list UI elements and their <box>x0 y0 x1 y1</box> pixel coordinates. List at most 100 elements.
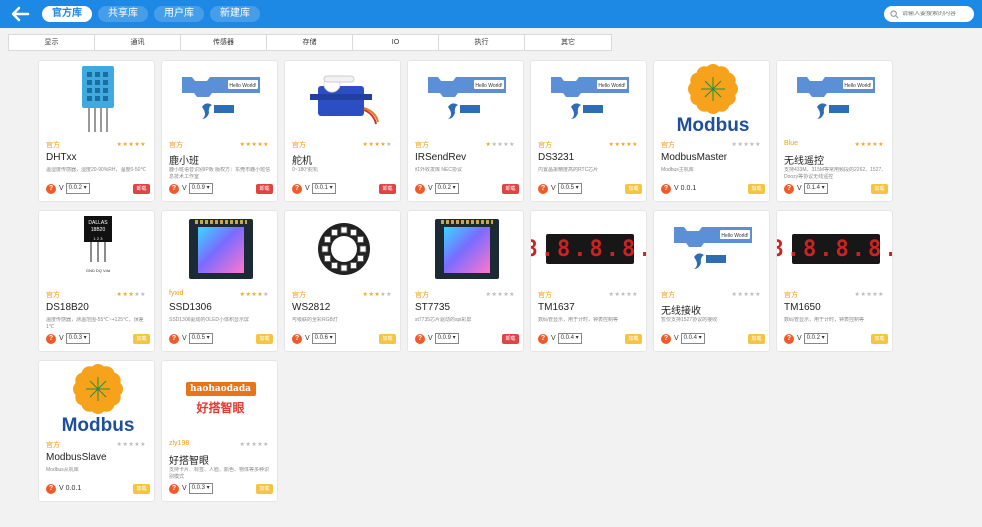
unload-button[interactable]: 卸载 <box>502 333 519 344</box>
help-icon[interactable]: ? <box>292 333 302 344</box>
star-icon[interactable]: ★ <box>755 292 761 298</box>
version-label: V <box>182 185 187 192</box>
tab-user[interactable]: 用户库 <box>154 6 204 22</box>
help-icon[interactable]: ? <box>169 333 179 344</box>
library-card[interactable]: haohaodada 好搭智眼 zly198 ★★★★★ 好搭智眼 支持卡片、标签、人脸、… <box>161 360 278 502</box>
library-card[interactable]: 官方 ★★★★★ WS2812 可级联的全彩RGB灯? V 0.0.6 ▾ 加载 <box>284 210 401 352</box>
help-icon[interactable]: ? <box>46 333 56 344</box>
version-select[interactable]: 0.0.9 ▾ <box>188 183 213 194</box>
help-icon[interactable]: ? <box>538 183 548 194</box>
star-icon[interactable]: ★ <box>509 292 515 298</box>
version-select[interactable]: 0.0.6 ▾ <box>311 333 336 344</box>
category-communication[interactable]: 通讯 <box>95 35 181 50</box>
load-button[interactable]: 加载 <box>133 483 150 494</box>
library-card[interactable]: Hello World! 官方 ★★★★★ 鹿小班 鹿小班语音识别IP板 版权方：东莞市… <box>161 60 278 202</box>
back-arrow-icon[interactable] <box>8 4 32 24</box>
tab-official[interactable]: 官方库 <box>42 6 92 22</box>
library-image: Modbus <box>39 361 154 437</box>
search-input[interactable] <box>902 11 974 17</box>
help-icon[interactable]: ? <box>415 333 425 344</box>
load-button[interactable]: 加载 <box>625 183 642 194</box>
tab-shared[interactable]: 共享库 <box>98 6 148 22</box>
help-icon[interactable]: ? <box>169 183 179 194</box>
version-select[interactable]: 0.0.1 ▾ <box>311 183 336 194</box>
star-icon[interactable]: ★ <box>878 292 884 298</box>
version-select[interactable]: 0.0.5 ▾ <box>188 333 213 344</box>
help-icon[interactable]: ? <box>169 483 179 494</box>
library-card[interactable]: Hello World! 官方 ★★★★★ DS3231 内置晶振精度高的RTC芯片? V… <box>530 60 647 202</box>
star-icon[interactable]: ★ <box>386 292 392 298</box>
help-icon[interactable]: ? <box>538 333 548 344</box>
star-icon[interactable]: ★ <box>386 142 392 148</box>
star-icon[interactable]: ★ <box>632 292 638 298</box>
library-card[interactable]: 8.8.8.8. 官方 ★★★★★ TM1650 数码管显示，用于计时，钟表控制等? V 0… <box>776 210 893 352</box>
category-storage[interactable]: 存储 <box>267 35 353 50</box>
star-icon[interactable]: ★ <box>509 142 515 148</box>
unload-button[interactable]: 卸载 <box>379 183 396 194</box>
library-card[interactable]: 官方 ★★★★★ 舵机 0~180°舵机? V 0.0.1 ▾ 卸载 <box>284 60 401 202</box>
rating-stars: ★★★★★ <box>855 291 884 298</box>
help-icon[interactable]: ? <box>415 183 425 194</box>
category-other[interactable]: 其它 <box>525 35 611 50</box>
category-sensor[interactable]: 传感器 <box>181 35 267 50</box>
category-actuator[interactable]: 执行 <box>439 35 525 50</box>
star-icon[interactable]: ★ <box>263 142 269 148</box>
star-icon[interactable]: ★ <box>878 142 884 148</box>
unload-button[interactable]: 卸载 <box>502 183 519 194</box>
library-footer: ? V 0.0.5 ▾ 加载 <box>169 333 273 344</box>
library-card[interactable]: Hello World! 官方 ★★★★★ 无线接收 暂仅支持1527协议的接收? V 0.… <box>653 210 770 352</box>
help-icon[interactable]: ? <box>784 183 794 194</box>
load-button[interactable]: 加载 <box>748 333 765 344</box>
star-icon[interactable]: ★ <box>140 292 146 298</box>
help-icon[interactable]: ? <box>661 333 671 344</box>
library-image: DALLAS 18B20 1 2 3 GND DQ Vdd <box>39 211 154 287</box>
hello-world-block-image: Hello World! <box>670 219 756 279</box>
category-display[interactable]: 显示 <box>9 35 95 50</box>
tft-display-image <box>188 219 253 279</box>
help-icon[interactable]: ? <box>46 483 56 494</box>
library-card[interactable]: Hello World! 官方 ★★★★★ IRSendRev 红外收发库 NEC协议?… <box>407 60 524 202</box>
library-card[interactable]: 8.8.8.8. 官方 ★★★★★ TM1637 数码管显示，用于计时，钟表控制等? V 0… <box>530 210 647 352</box>
star-icon[interactable]: ★ <box>140 442 146 448</box>
star-icon[interactable]: ★ <box>632 142 638 148</box>
library-card[interactable]: 官方 ★★★★★ ST7735 st7735芯片驱动的spi彩屏? V 0.0.9 ▾ 卸载 <box>407 210 524 352</box>
version-select[interactable]: 0.0.2 ▾ <box>65 183 90 194</box>
help-icon[interactable]: ? <box>661 183 671 194</box>
library-footer: ? V 0.0.4 ▾ 加载 <box>538 333 642 344</box>
version-select[interactable]: 0.0.9 ▾ <box>434 333 459 344</box>
star-icon[interactable]: ★ <box>263 292 269 298</box>
star-icon[interactable]: ★ <box>140 142 146 148</box>
load-button[interactable]: 加载 <box>256 333 273 344</box>
load-button[interactable]: 加载 <box>379 333 396 344</box>
library-card[interactable]: DALLAS 18B20 1 2 3 GND DQ Vdd 官方 ★★★★★ DS18B20… <box>38 210 155 352</box>
version-select[interactable]: 0.0.3 ▾ <box>65 333 90 344</box>
version-select[interactable]: 0.0.4 ▾ <box>680 333 705 344</box>
library-card[interactable]: Modbus 官方 ★★★★★ ModbusMaster Modbus主机库? V 0.0.… <box>653 60 770 202</box>
unload-button[interactable]: 卸载 <box>256 183 273 194</box>
library-card[interactable]: 官方 ★★★★★ DHTxx 温湿度传感器，湿度20-90%RH，温度0-50℃? V 0… <box>38 60 155 202</box>
help-icon[interactable]: ? <box>46 183 56 194</box>
library-card[interactable]: Modbus 官方 ★★★★★ ModbusSlave Modbus从机库? V 0.0.1… <box>38 360 155 502</box>
load-button[interactable]: 加载 <box>871 333 888 344</box>
star-icon[interactable]: ★ <box>263 442 269 448</box>
version-select[interactable]: 0.0.2 ▾ <box>803 333 828 344</box>
load-button[interactable]: 加载 <box>748 183 765 194</box>
tab-new[interactable]: 新建库 <box>210 6 260 22</box>
load-button[interactable]: 加载 <box>871 183 888 194</box>
help-icon[interactable]: ? <box>292 183 302 194</box>
version-select[interactable]: 0.0.3 ▾ <box>188 483 213 494</box>
help-icon[interactable]: ? <box>784 333 794 344</box>
unload-button[interactable]: 卸载 <box>133 183 150 194</box>
hello-world-block-image: Hello World! <box>547 69 633 129</box>
version-select[interactable]: 0.0.2 ▾ <box>434 183 459 194</box>
library-card[interactable]: fyxid ★★★★★ SSD1306 SSD1306驱动的OLED小体积显示屏? V 0… <box>161 210 278 352</box>
load-button[interactable]: 加载 <box>625 333 642 344</box>
load-button[interactable]: 加载 <box>256 483 273 494</box>
version-select[interactable]: 0.0.5 ▾ <box>557 183 582 194</box>
library-card[interactable]: Hello World! Blue ★★★★★ 无线遥控 支持433M、315M等常用频… <box>776 60 893 202</box>
version-select[interactable]: 0.0.4 ▾ <box>557 333 582 344</box>
category-io[interactable]: IO <box>353 35 439 50</box>
load-button[interactable]: 加载 <box>133 333 150 344</box>
star-icon[interactable]: ★ <box>755 142 761 148</box>
version-select[interactable]: 0.1.4 ▾ <box>803 183 828 194</box>
